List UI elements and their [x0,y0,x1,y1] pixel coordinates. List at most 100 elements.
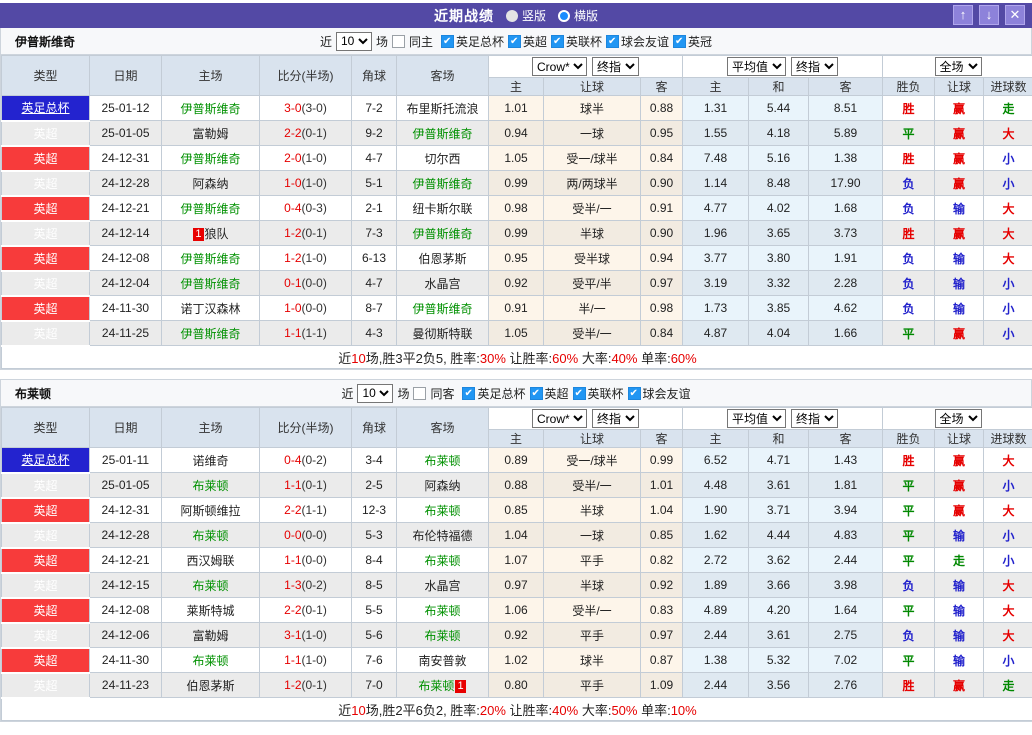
competition-type-cell[interactable]: 英超 [1,522,90,549]
avg-away-cell: 2.76 [807,672,884,698]
recent-count-select[interactable]: 10 [335,31,372,51]
competition-filter[interactable]: 英联杯 [572,386,624,401]
competition-type-cell[interactable]: 英超 [1,120,90,147]
team-name: 布莱顿 [15,386,52,401]
competition-type-cell[interactable]: 英超 [1,195,90,222]
competition-checkbox[interactable] [551,34,565,48]
competition-type-cell[interactable]: 英超 [1,572,90,599]
average-select[interactable]: 平均值 [727,57,786,76]
col-header-avg-draw: 和 [748,77,809,96]
competition-checkbox[interactable] [572,386,586,400]
home-odds-cell: 1.05 [488,320,544,346]
handicap-cell: 平手 [543,672,641,698]
competition-checkbox[interactable] [627,386,641,400]
col-header-away: 客场 [396,55,489,96]
competition-type-cell[interactable]: 英超 [1,295,90,322]
final-index-1-select[interactable]: 终指 [592,409,639,428]
summary-text: 单率: [637,350,671,366]
competition-checkbox[interactable] [529,386,543,400]
competition-filter[interactable]: 英联杯 [551,34,602,49]
result-cell: 平 [882,522,936,548]
competition-type-cell[interactable]: 英超 [1,597,90,624]
col-header-result: 胜负 [882,429,936,448]
final-index-2-select[interactable]: 终指 [791,57,838,76]
same-side-checkbox[interactable] [413,386,427,400]
competition-filter[interactable]: 球会友谊 [627,386,691,401]
move-down-button[interactable]: ↓ [979,5,999,25]
competition-type-cell[interactable]: 英超 [1,547,90,574]
competition-type-cell[interactable]: 英足总杯 [1,447,90,474]
match-row: 英超 25-01-05 布莱顿 1-1(0-1) 2-5 阿森纳 0.88 受半/一 1.01 4… [1,472,1032,499]
recent-count-select[interactable]: 10 [357,383,394,403]
handicap-cell: 半球 [543,572,641,598]
date-cell: 24-12-28 [89,522,162,548]
match-row: 英超 24-12-31 伊普斯维奇 2-0(1-0) 4-7 切尔西 1.05 受一/球半 0.… [1,145,1032,172]
average-select[interactable]: 平均值 [727,409,786,428]
avg-draw-cell: 4.71 [748,447,809,473]
close-button[interactable]: ✕ [1005,5,1025,25]
home-team-cell: 布莱顿 [161,647,260,673]
handicap-result-cell: 输 [934,572,985,598]
horizontal-layout-label[interactable]: 横版 [574,7,598,24]
competition-checkbox[interactable] [508,34,521,48]
competition-filter[interactable]: 英足总杯 [462,386,526,401]
competition-type-cell[interactable]: 英超 [1,622,90,649]
competition-type-cell[interactable]: 英超 [1,170,90,197]
score-cell: 1-1(1-0) [259,647,352,673]
competition-filter[interactable]: 英冠 [673,34,712,49]
summary-text: 40% [552,702,579,718]
handicap-result-cell: 走 [934,547,985,573]
away-team-cell: 布伦特福德 [396,522,489,548]
competition-checkbox[interactable] [440,34,454,48]
competition-filter[interactable]: 英足总杯 [440,34,504,49]
handicap-cell: 一球 [543,120,641,146]
date-cell: 25-01-05 [89,120,162,146]
competition-type-cell[interactable]: 英超 [1,497,90,524]
avg-away-cell: 2.44 [807,547,884,573]
bookmaker-select[interactable]: Crow* [532,57,587,76]
competition-checkbox[interactable] [673,34,687,48]
avg-draw-cell: 3.65 [748,220,809,246]
competition-filter[interactable]: 英超 [529,386,569,401]
competition-checkbox[interactable] [462,386,476,400]
result-cell: 平 [882,497,936,523]
horizontal-layout-radio[interactable] [558,9,570,22]
competition-type-cell[interactable]: 英超 [1,472,90,499]
competition-type-cell[interactable]: 英超 [1,220,90,247]
date-cell: 24-11-30 [89,647,162,673]
bookmaker-select[interactable]: Crow* [532,409,587,428]
competition-checkbox[interactable] [606,34,620,48]
competition-type-cell[interactable]: 英超 [1,245,90,272]
avg-home-cell: 3.77 [682,245,749,271]
same-side-checkbox[interactable] [391,34,405,48]
handicap-result-cell: 赢 [934,472,985,498]
corner-cell: 8-5 [351,572,397,598]
competition-type-cell[interactable]: 英超 [1,270,90,297]
away-team-name: 布伦特福德 [412,528,473,543]
away-odds-cell: 0.85 [640,522,683,548]
avg-draw-cell: 5.44 [748,95,809,121]
home-team-name: 伊普斯维奇 [180,276,241,291]
vertical-layout-radio[interactable] [505,9,518,22]
competition-type-cell[interactable]: 英超 [1,672,90,699]
final-index-2-select[interactable]: 终指 [791,409,838,428]
summary-text: 20% [479,702,506,718]
corner-cell: 9-2 [351,120,397,146]
competition-filter[interactable]: 球会友谊 [606,34,669,49]
vertical-layout-label[interactable]: 竖版 [522,7,546,24]
competition-type-cell[interactable]: 英超 [1,145,90,172]
fulltime-select[interactable]: 全场 [934,409,982,428]
competition-type-cell[interactable]: 英足总杯 [1,95,90,122]
red-card-badge: 1 [455,679,466,693]
col-header-handicap-result: 让球 [934,429,985,448]
move-up-button[interactable]: ↑ [953,5,973,25]
fulltime-select[interactable]: 全场 [934,57,982,76]
competition-type-cell[interactable]: 英超 [1,647,90,674]
away-odds-cell: 1.09 [640,672,683,698]
avg-draw-cell: 3.61 [748,472,809,498]
match-row: 英超 24-12-28 布莱顿 0-0(0-0) 5-3 布伦特福德 1.04 一球 0.85 1… [1,522,1032,549]
competition-filter[interactable]: 英超 [508,34,547,49]
competition-type-cell[interactable]: 英超 [1,320,90,347]
final-index-1-select[interactable]: 终指 [592,57,639,76]
away-team-name: 伊普斯维奇 [412,226,473,241]
